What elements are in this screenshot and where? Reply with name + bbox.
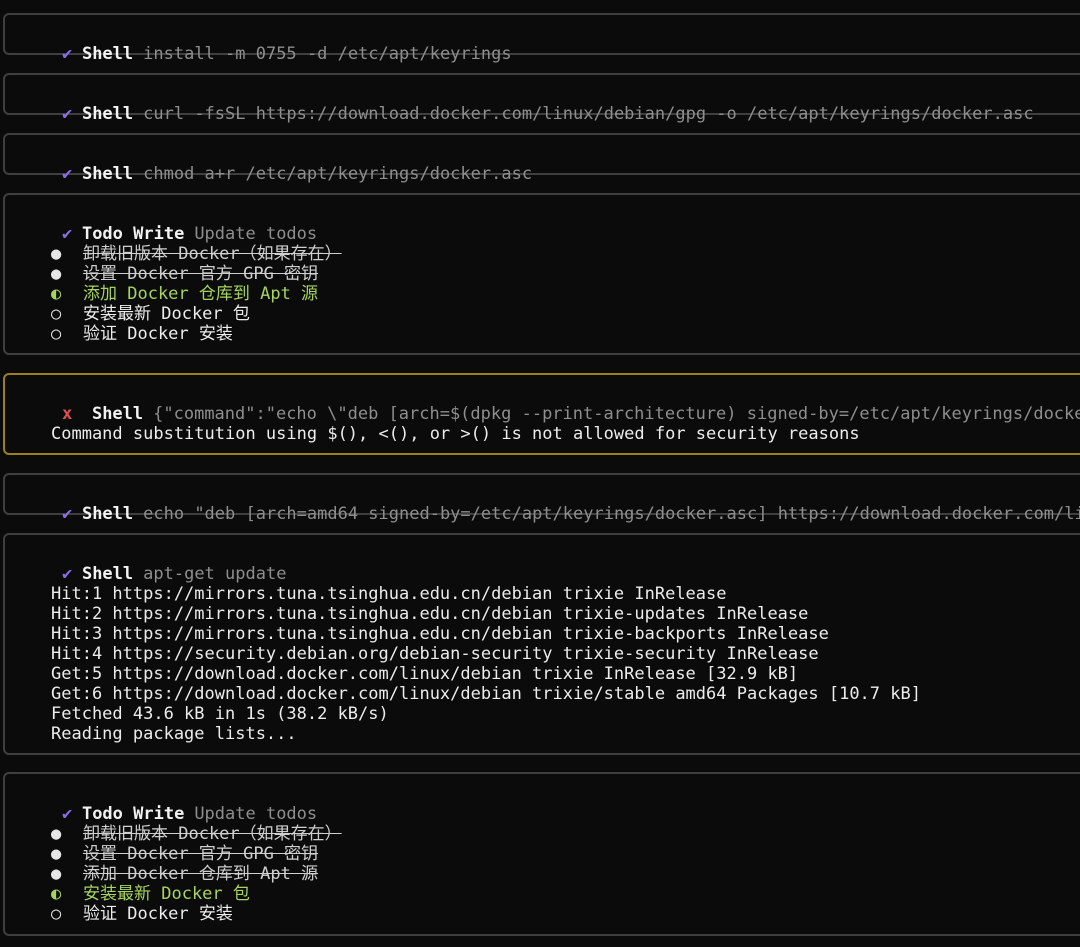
todo-item: ◐ 添加 Docker 仓库到 Apt 源 — [51, 284, 318, 304]
tool-call-header: ✔ Shell install -m 0755 -d /etc/apt/keyrin… — [21, 24, 512, 64]
tool-call-block: ✔ Shell apt-get update Hit:1 https://mirro… — [3, 533, 1080, 755]
check-icon: ✔ — [61, 804, 73, 824]
tool-args: apt-get update — [143, 564, 287, 584]
tool-args: chmod a+r /etc/apt/keyrings/docker.asc — [143, 164, 533, 184]
todo-item: ○ 验证 Docker 安装 — [51, 904, 233, 924]
filled-circle-icon: ● — [51, 264, 62, 284]
tool-name: Shell — [81, 44, 134, 64]
cross-icon: x — [61, 404, 73, 424]
tool-args: Update todos — [194, 224, 318, 244]
todo-item: ● 设置 Docker 官方 GPG 密钥 — [51, 264, 318, 284]
todo-text: 添加 Docker 仓库到 Apt 源 — [83, 864, 319, 884]
todo-block: ✔ Todo Write Update todos ● 卸载旧版本 Docker（如果… — [3, 193, 1080, 355]
tool-call-block: ✔ Shell curl -fsSL https://download.docker… — [3, 73, 1080, 124]
tool-name: Shell — [91, 404, 144, 424]
tool-name: Todo Write — [81, 804, 185, 824]
output-line: Get:6 https://download.docker.com/linux/… — [51, 684, 921, 704]
todo-text: 设置 Docker 官方 GPG 密钥 — [83, 844, 319, 864]
todo-text: 设置 Docker 官方 GPG 密钥 — [83, 264, 319, 284]
output-line: Get:5 https://download.docker.com/linux/… — [51, 664, 799, 684]
output-line: Hit:1 https://mirrors.tuna.tsinghua.edu.… — [51, 584, 727, 604]
todo-item: ○ 验证 Docker 安装 — [51, 324, 233, 344]
tool-name: Todo Write — [81, 224, 185, 244]
output-line: Fetched 43.6 kB in 1s (38.2 kB/s) — [51, 704, 389, 724]
todo-item: ● 卸载旧版本 Docker（如果存在） — [51, 244, 342, 264]
tool-call-block: ✔ Shell install -m 0755 -d /etc/apt/keyrin… — [3, 13, 1080, 64]
output-line: Hit:3 https://mirrors.tuna.tsinghua.edu.… — [51, 624, 829, 644]
tool-call-header: ✔ Todo Write Update todos — [21, 784, 317, 824]
tool-call-block: ✔ Shell echo "deb [arch=amd64 signed-by=/e… — [3, 473, 1080, 524]
tool-call-error-block: x Shell {"command":"echo \"deb [arch=$(dpk… — [3, 373, 1080, 455]
todo-item: ● 卸载旧版本 Docker（如果存在） — [51, 824, 342, 844]
tool-name: Shell — [81, 564, 134, 584]
tool-call-header: ✔ Shell apt-get update — [21, 544, 286, 584]
tool-call-block: ✔ Shell chmod a+r /etc/apt/keyrings/docker… — [3, 133, 1080, 184]
tool-name: Shell — [81, 164, 134, 184]
todo-item: ○ 安装最新 Docker 包 — [51, 304, 250, 324]
todo-text: 卸载旧版本 Docker（如果存在） — [83, 824, 342, 844]
hollow-circle-icon: ○ — [51, 304, 62, 324]
filled-circle-icon: ● — [51, 844, 62, 864]
tool-args: curl -fsSL https://download.docker.com/l… — [143, 104, 1034, 124]
todo-text: 添加 Docker 仓库到 Apt 源 — [83, 284, 319, 304]
tool-name: Shell — [81, 504, 134, 524]
half-circle-icon: ◐ — [51, 884, 62, 904]
half-circle-icon: ◐ — [51, 284, 62, 304]
error-message: Command substitution using $(), <(), or … — [51, 424, 860, 444]
todo-text: 卸载旧版本 Docker（如果存在） — [83, 244, 342, 264]
todo-item: ● 添加 Docker 仓库到 Apt 源 — [51, 864, 318, 884]
todo-text: 验证 Docker 安装 — [83, 904, 233, 924]
tool-call-header: ✔ Shell curl -fsSL https://download.docker… — [21, 84, 1034, 124]
tool-args: Update todos — [194, 804, 318, 824]
check-icon: ✔ — [61, 104, 73, 124]
filled-circle-icon: ● — [51, 864, 62, 884]
hollow-circle-icon: ○ — [51, 904, 62, 924]
check-icon: ✔ — [61, 504, 73, 524]
todo-item: ● 设置 Docker 官方 GPG 密钥 — [51, 844, 318, 864]
filled-circle-icon: ● — [51, 244, 62, 264]
hollow-circle-icon: ○ — [51, 324, 62, 344]
filled-circle-icon: ● — [51, 824, 62, 844]
todo-text: 安装最新 Docker 包 — [83, 884, 250, 904]
todo-item: ◐ 安装最新 Docker 包 — [51, 884, 250, 904]
tool-args: {"command":"echo \"deb [arch=$(dpkg --pr… — [153, 404, 1080, 424]
tool-name: Shell — [81, 104, 134, 124]
output-line: Hit:2 https://mirrors.tuna.tsinghua.edu.… — [51, 604, 809, 624]
tool-call-header: ✔ Shell chmod a+r /etc/apt/keyrings/docker… — [21, 144, 532, 184]
tool-call-header: x Shell {"command":"echo \"deb [arch=$(dpk… — [21, 384, 1080, 424]
check-icon: ✔ — [61, 224, 73, 244]
todo-text: 验证 Docker 安装 — [83, 324, 233, 344]
tool-call-header: ✔ Shell echo "deb [arch=amd64 signed-by=/e… — [21, 484, 1080, 524]
output-line: Reading package lists... — [51, 724, 297, 744]
output-line: Hit:4 https://security.debian.org/debian… — [51, 644, 819, 664]
tool-args: echo "deb [arch=amd64 signed-by=/etc/apt… — [143, 504, 1080, 524]
check-icon: ✔ — [61, 564, 73, 584]
tool-call-header: ✔ Todo Write Update todos — [21, 204, 317, 244]
tool-args: install -m 0755 -d /etc/apt/keyrings — [143, 44, 512, 64]
todo-block: ✔ Todo Write Update todos ● 卸载旧版本 Docker（如果… — [3, 772, 1080, 936]
check-icon: ✔ — [61, 164, 73, 184]
check-icon: ✔ — [61, 44, 73, 64]
todo-text: 安装最新 Docker 包 — [83, 304, 250, 324]
